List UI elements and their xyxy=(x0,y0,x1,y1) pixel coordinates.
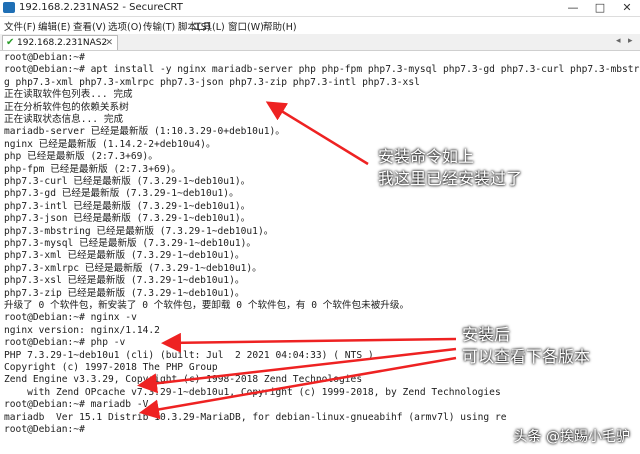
close-button[interactable]: ✕ xyxy=(614,0,640,16)
connected-check-icon: ✔ xyxy=(6,37,15,48)
terminal-line: 升级了 0 个软件包，新安装了 0 个软件包，要卸载 0 个软件包，有 0 个软… xyxy=(4,300,410,311)
tab-scroll-left-icon[interactable]: ◂ xyxy=(616,36,621,46)
annotation-install-note: 安装命令如上 我这里已经安装过了 xyxy=(378,146,522,190)
menu-edit[interactable]: 编辑(E) xyxy=(38,19,70,33)
terminal-line: php7.3-xmlrpc 已经是最新版 (7.3.29-1~deb10u1)。 xyxy=(4,262,262,274)
terminal-line: php7.3-json 已经是最新版 (7.3.29-1~deb10u1)。 xyxy=(4,213,251,225)
menu-window[interactable]: 窗口(W) xyxy=(228,19,264,33)
note1-line2: 我这里已经安装过了 xyxy=(378,169,523,188)
menu-file[interactable]: 文件(F) xyxy=(4,19,36,33)
terminal-line: php7.3-xml 已经是最新版 (7.3.29-1~deb10u1)。 xyxy=(4,250,245,262)
terminal-line: nginx version: nginx/1.14.2 xyxy=(4,324,160,336)
securecrt-app-icon xyxy=(3,2,15,13)
menu-bar: 文件(F) 编辑(E) 查看(V) 选项(O) 传输(T) 脚本(S) 工具(L… xyxy=(0,17,640,33)
terminal-line: root@Debian:~# nginx -v xyxy=(4,312,137,324)
maximize-button[interactable]: □ xyxy=(587,0,613,16)
terminal-line: nginx 已经是最新版 (1.14.2-2+deb10u4)。 xyxy=(4,138,216,150)
minimize-button[interactable]: — xyxy=(560,0,586,16)
tab-session[interactable]: ✔ 192.168.2.231NAS2 ✕ xyxy=(2,35,118,50)
terminal-line: php7.3-mysql 已经是最新版 (7.3.29-1~deb10u1)。 xyxy=(4,238,256,249)
terminal-line: PHP 7.3.29-1~deb10u1 (cli) (built: Jul 2… xyxy=(4,349,374,361)
terminal-line: 正在读取状态信息... 完成 xyxy=(4,114,124,125)
menu-view[interactable]: 查看(V) xyxy=(73,19,106,33)
terminal-line: root@Debian:~# apt install -y nginx mari… xyxy=(4,64,640,76)
terminal-line: 正在分析软件包的依赖关系树 xyxy=(4,101,129,113)
terminal-line: mariadb Ver 15.1 Distrib 10.3.29-MariaDB… xyxy=(4,411,507,423)
session-tab-bar: ✔ 192.168.2.231NAS2 ✕ ◂ ▸ xyxy=(0,34,640,51)
terminal-line: php7.3-xsl 已经是最新版 (7.3.29-1~deb10u1)。 xyxy=(4,275,245,287)
terminal-line: php-fpm 已经是最新版 (2:7.3+69)。 xyxy=(4,163,181,175)
terminal-line: php7.3-zip 已经是最新版 (7.3.29-1~deb10u1)。 xyxy=(4,287,245,299)
terminal-line: php7.3-intl 已经是最新版 (7.3.29-1~deb10u1)。 xyxy=(4,200,251,212)
terminal-line: root@Debian:~# mariadb -V xyxy=(4,399,149,411)
menu-options[interactable]: 选项(O) xyxy=(108,19,142,33)
tab-label: 192.168.2.231NAS2 xyxy=(17,38,108,48)
terminal-line: Zend Engine v3.3.29, Copyright (c) 1998-… xyxy=(4,374,363,386)
menu-help[interactable]: 帮助(H) xyxy=(263,19,297,33)
tab-scroll-right-icon[interactable]: ▸ xyxy=(628,36,633,46)
menu-transfer[interactable]: 传输(T) xyxy=(143,19,175,33)
terminal-line: root@Debian:~# xyxy=(4,52,85,63)
terminal-line: php 已经是最新版 (2:7.3+69)。 xyxy=(4,151,158,163)
note1-line1: 安装命令如上 xyxy=(378,147,475,166)
title-bar: 192.168.2.231NAS2 - SecureCRT — □ ✕ xyxy=(0,0,640,17)
terminal-line: php7.3-mbstring 已经是最新版 (7.3.29-1~deb10u1… xyxy=(4,225,274,237)
terminal-output[interactable]: root@Debian:~# root@Debian:~# apt install… xyxy=(0,51,640,454)
terminal-line: g php7.3-xml php7.3-xmlrpc php7.3-json p… xyxy=(4,76,420,88)
menu-tools[interactable]: 工具(L) xyxy=(193,19,225,33)
annotation-version-note: 安装后 可以查看下各版本 xyxy=(462,324,590,368)
note2-line1: 安装后 xyxy=(462,325,511,344)
tab-close-icon[interactable]: ✕ xyxy=(105,36,113,50)
terminal-line: with Zend OPcache v7.3.29-1~deb10u1, Cop… xyxy=(4,386,501,398)
window-title: 192.168.2.231NAS2 - SecureCRT xyxy=(19,2,183,13)
terminal-line: 正在读取软件包列表... 完成 xyxy=(4,89,133,101)
terminal-line: php7.3-curl 已经是最新版 (7.3.29-1~deb10u1)。 xyxy=(4,176,251,187)
terminal-line: root@Debian:~# xyxy=(4,424,85,435)
note2-line2: 可以查看下各版本 xyxy=(462,347,591,366)
terminal-line: Copyright (c) 1997-2018 The PHP Group xyxy=(4,362,218,373)
terminal-line: mariadb-server 已经是最新版 (1:10.3.29-0+deb10… xyxy=(4,126,285,138)
watermark: 头条 @挨踢小毛驴 xyxy=(513,429,630,445)
terminal-line: php7.3-gd 已经是最新版 (7.3.29-1~deb10u1)。 xyxy=(4,188,239,200)
terminal-line: root@Debian:~# php -v xyxy=(4,337,126,349)
